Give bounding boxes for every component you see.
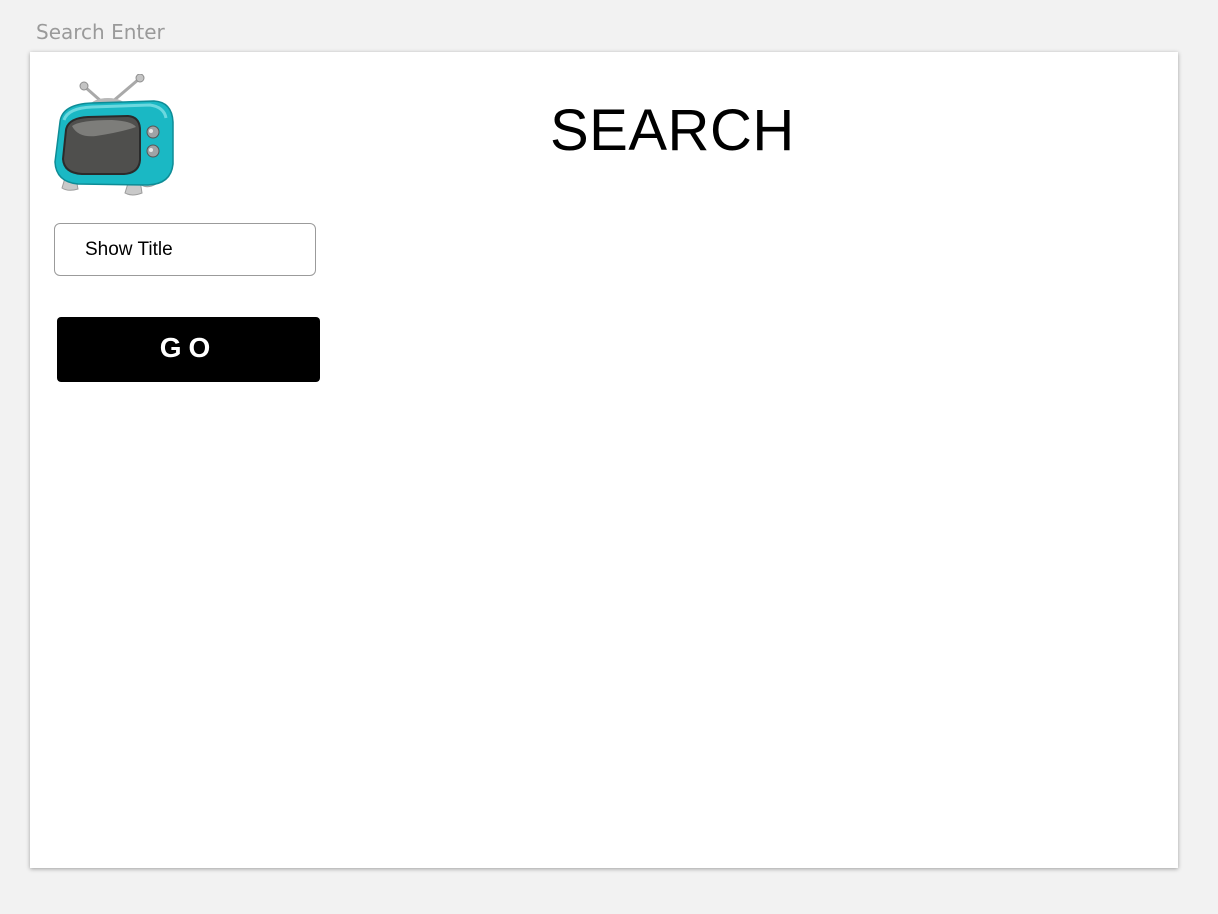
show-title-placeholder: Show Title: [85, 239, 173, 260]
artboard: SEARCH Show Title GO: [30, 52, 1178, 868]
retro-tv-icon: [52, 73, 176, 198]
show-title-input[interactable]: Show Title: [54, 223, 316, 276]
page-title: SEARCH: [550, 98, 795, 163]
go-button[interactable]: GO: [57, 317, 320, 382]
artboard-label: Search Enter: [36, 20, 165, 44]
